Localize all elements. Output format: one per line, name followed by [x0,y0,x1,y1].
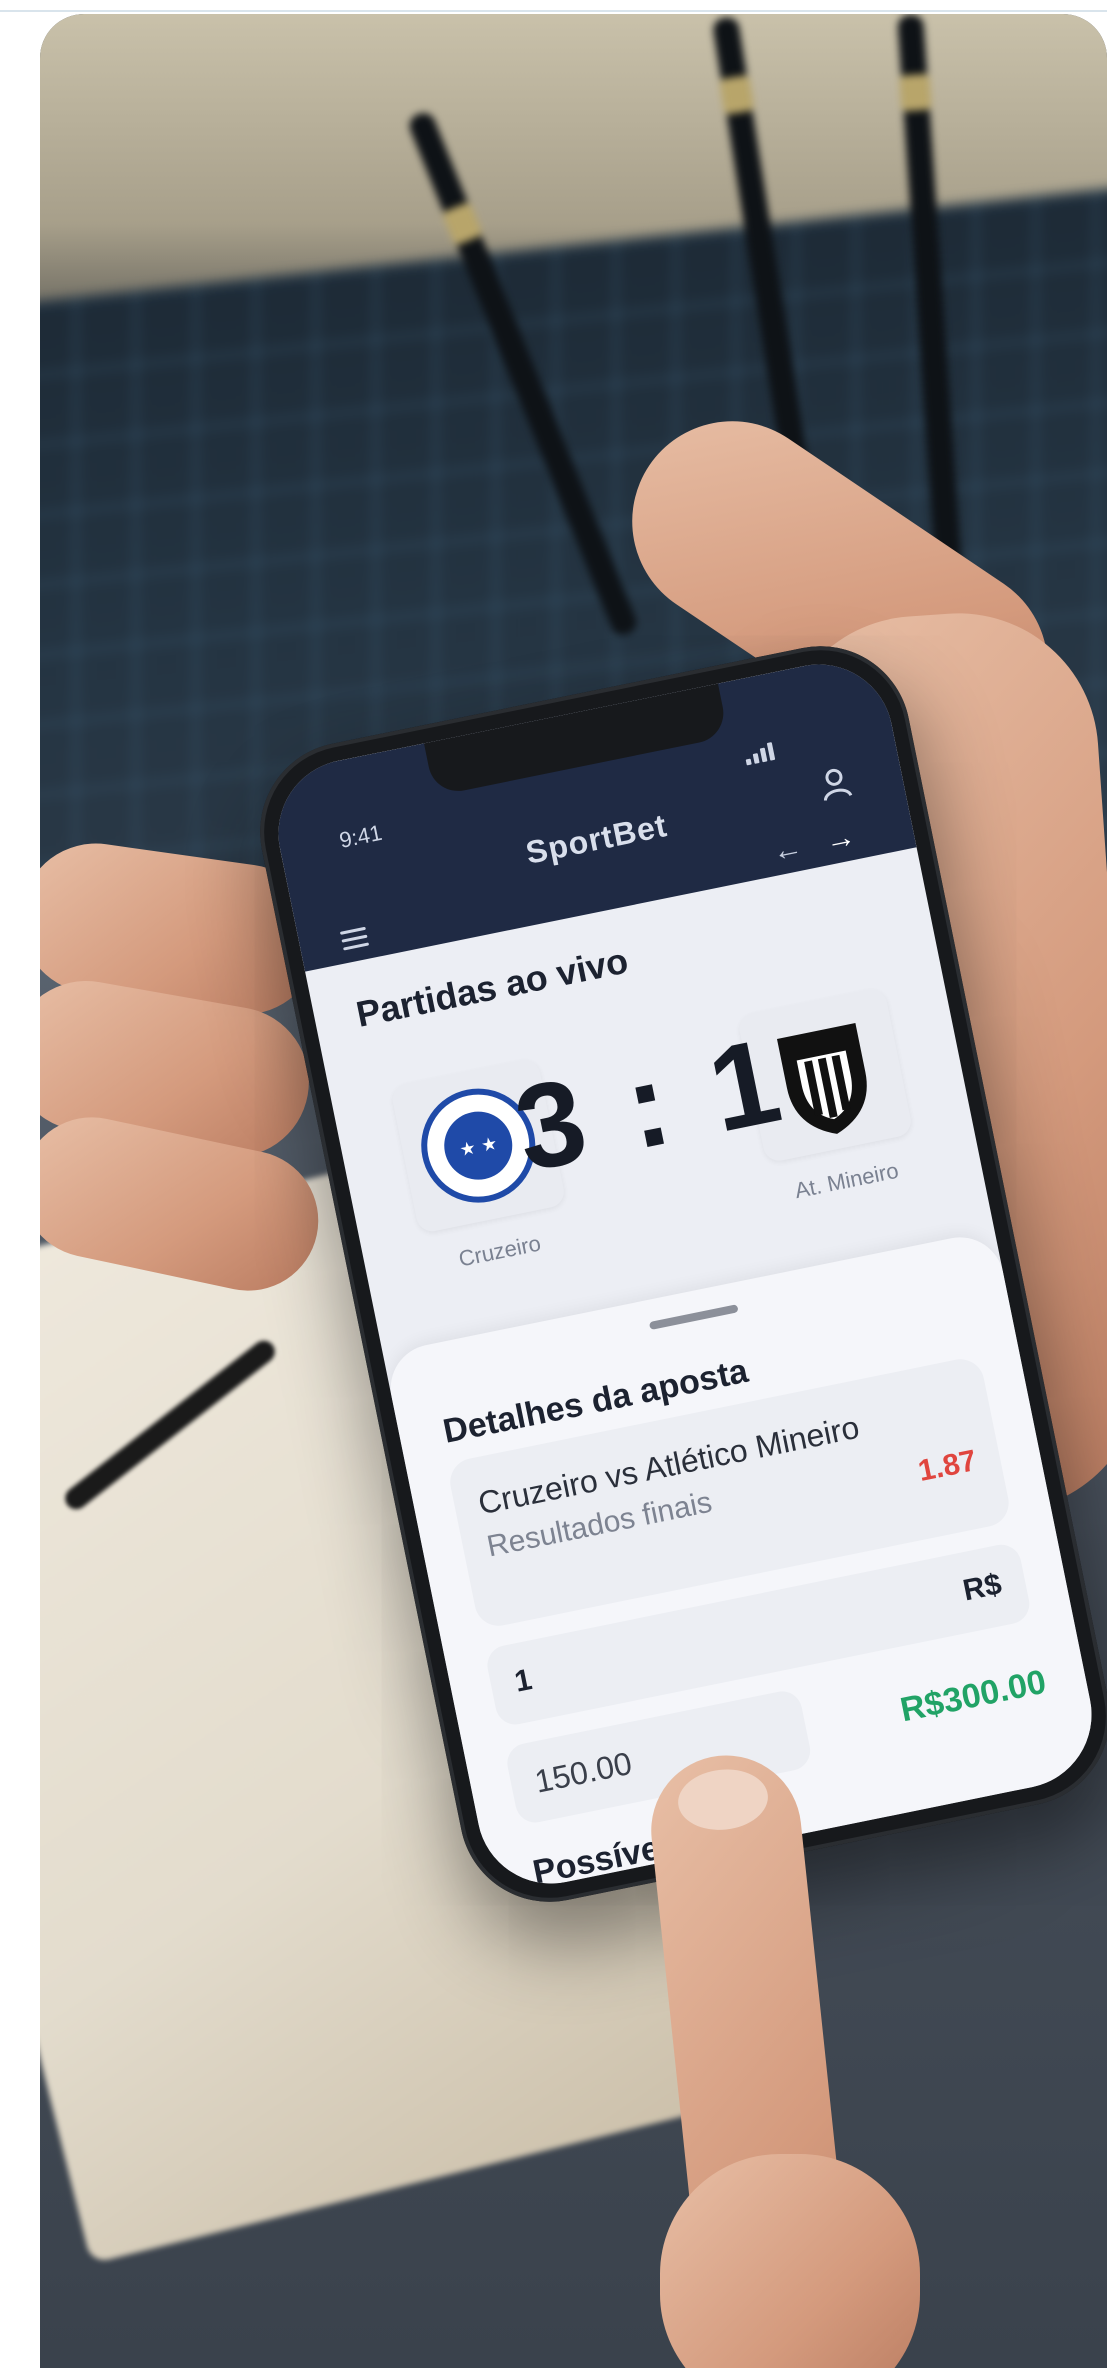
photo: 9:41 SportBet ← → Partidas ao vivo ★ ★ 3… [40,14,1107,2368]
fingernail [675,1765,771,1835]
menu-icon[interactable] [339,926,370,952]
status-time: 9:41 [337,819,385,853]
stake-quantity: 1 [511,1663,535,1699]
top-divider [0,10,1107,12]
possible-win-amount: R$300.00 [897,1662,1050,1730]
stake-currency: R$ [960,1567,1005,1608]
hand-knuckles [660,2154,920,2368]
live-matches-title: Partidas ao vivo [352,939,632,1035]
arrow-left-icon[interactable]: ← [769,830,805,869]
stake-amount-value: 150.00 [531,1744,635,1800]
bet-odds: 1.87 [915,1444,980,1489]
arrow-right-icon[interactable]: → [822,820,858,859]
signal-icon [743,740,776,766]
sheet-drag-handle[interactable] [648,1304,739,1331]
